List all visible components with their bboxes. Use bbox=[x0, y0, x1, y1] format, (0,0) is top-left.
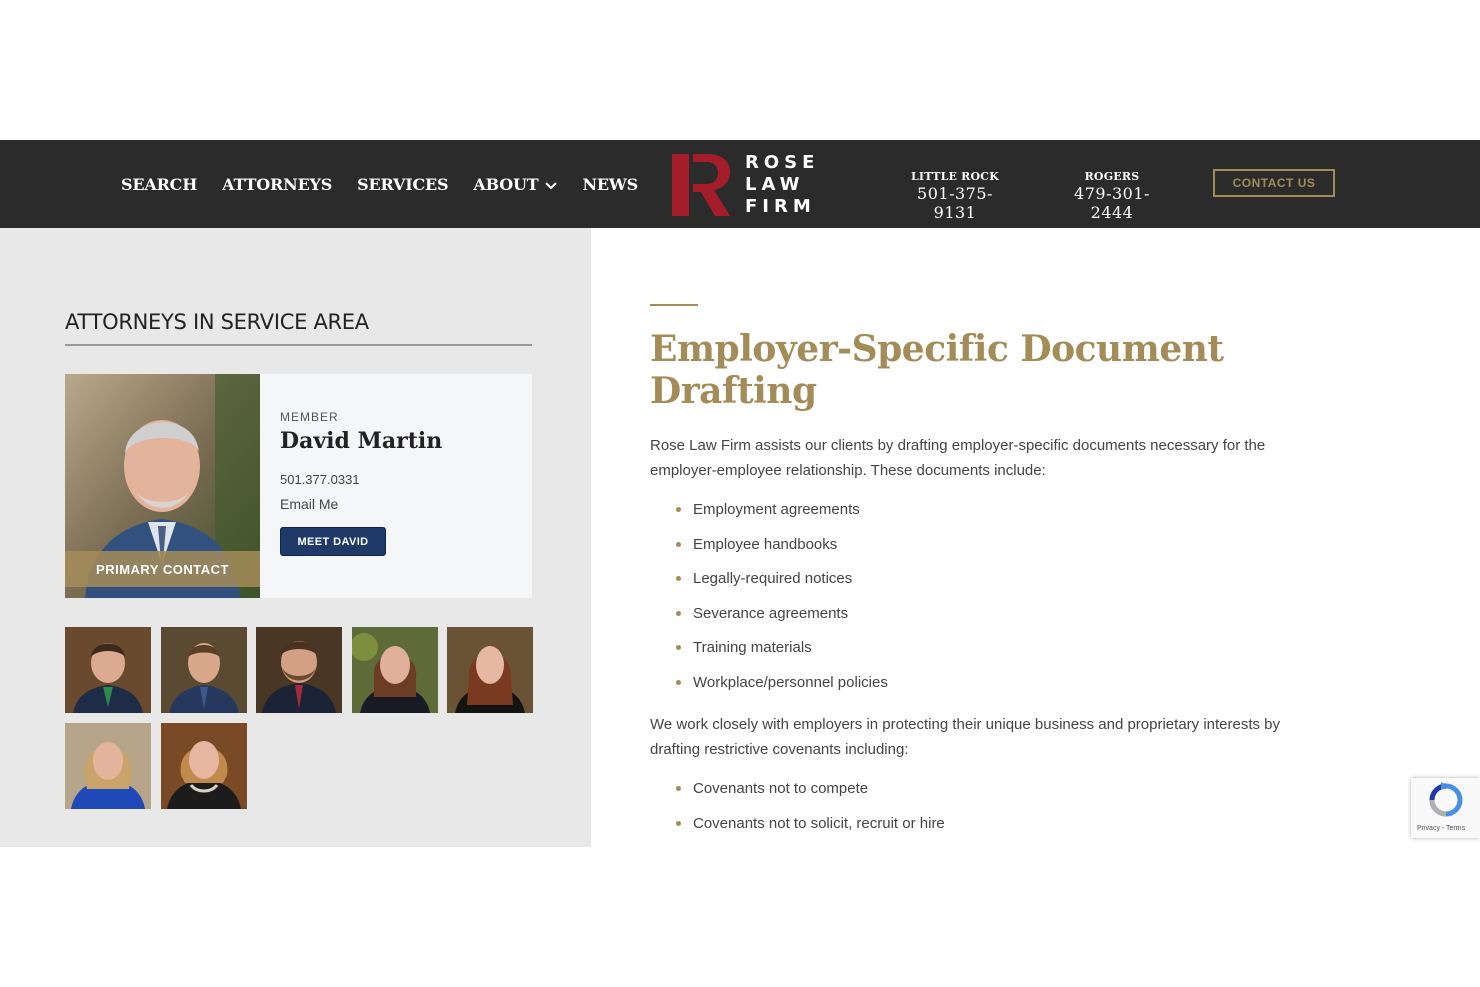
main-nav: SEARCH ATTORNEYS SERVICES ABOUT NEWS bbox=[121, 140, 663, 228]
list-item: Legally-required notices bbox=[650, 567, 888, 602]
nav-search[interactable]: SEARCH bbox=[121, 175, 197, 194]
list-item: Severance agreements bbox=[650, 602, 888, 637]
sidebar-title: ATTORNEYS IN SERVICE AREA bbox=[65, 310, 532, 346]
primary-contact-badge: PRIMARY CONTACT bbox=[65, 551, 260, 587]
nav-about[interactable]: ABOUT bbox=[473, 175, 558, 194]
contact-us-button[interactable]: CONTACT US bbox=[1213, 169, 1335, 197]
nav-attorneys[interactable]: ATTORNEYS bbox=[222, 175, 332, 194]
email-me-link[interactable]: Email Me bbox=[280, 496, 442, 512]
attorney-thumbnail[interactable] bbox=[65, 627, 151, 713]
attorney-name[interactable]: David Martin bbox=[280, 428, 442, 454]
attorney-thumbnail[interactable] bbox=[161, 627, 247, 713]
rose-logo-icon bbox=[672, 154, 730, 216]
covenants-paragraph: We work closely with employers in protec… bbox=[650, 716, 1281, 758]
site-logo[interactable]: ROSE LAW FIRM bbox=[672, 152, 819, 218]
documents-list: Employment agreements Employee handbooks… bbox=[650, 498, 888, 706]
site-header: SEARCH ATTORNEYS SERVICES ABOUT NEWS ROS… bbox=[0, 140, 1480, 228]
list-item: Employee handbooks bbox=[650, 533, 888, 568]
intro-paragraph: Rose Law Firm assists our clients by dra… bbox=[650, 437, 1266, 479]
chevron-down-icon bbox=[545, 175, 558, 194]
list-item: Covenants not to solicit, recruit or hir… bbox=[650, 812, 945, 847]
attorney-photo[interactable]: PRIMARY CONTACT bbox=[65, 374, 260, 598]
meet-david-button[interactable]: MEET DAVID bbox=[280, 527, 386, 556]
attorney-thumbnail[interactable] bbox=[256, 627, 342, 713]
attorney-info: MEMBER David Martin 501.377.0331 Email M… bbox=[280, 410, 442, 556]
nav-news[interactable]: NEWS bbox=[582, 175, 638, 194]
attorney-thumbnail[interactable] bbox=[65, 723, 151, 809]
list-item: Workplace/personnel policies bbox=[650, 671, 888, 706]
title-accent-line bbox=[650, 304, 698, 306]
recaptcha-icon bbox=[1429, 782, 1463, 817]
attorney-phone[interactable]: 501.377.0331 bbox=[280, 472, 442, 487]
list-item: Employment agreements bbox=[650, 498, 888, 533]
phone-little-rock[interactable]: LITTLE ROCK 501-375-9131 bbox=[905, 170, 1005, 222]
logo-wordmark: ROSE LAW FIRM bbox=[745, 152, 820, 217]
attorney-thumbnail[interactable] bbox=[161, 723, 247, 809]
primary-attorney-card: PRIMARY CONTACT MEMBER David Martin 501.… bbox=[65, 374, 532, 598]
phone-rogers[interactable]: ROGERS 479-301-2444 bbox=[1057, 170, 1167, 222]
page-title: Employer-Specific Document Drafting bbox=[650, 328, 1224, 412]
list-item: Covenants not to compete bbox=[650, 777, 945, 812]
nav-services[interactable]: SERVICES bbox=[357, 175, 448, 194]
attorney-thumbnail[interactable] bbox=[352, 627, 438, 713]
attorney-role: MEMBER bbox=[280, 410, 339, 424]
attorney-thumbnail[interactable] bbox=[447, 627, 533, 713]
recaptcha-badge[interactable]: Privacy - Terms bbox=[1411, 778, 1480, 838]
list-item: Training materials bbox=[650, 636, 888, 671]
covenants-list: Covenants not to compete Covenants not t… bbox=[650, 777, 945, 846]
attorneys-sidebar: ATTORNEYS IN SERVICE AREA PRIMARY CONTAC… bbox=[0, 228, 591, 847]
recaptcha-privacy-terms[interactable]: Privacy - Terms bbox=[1417, 825, 1465, 832]
